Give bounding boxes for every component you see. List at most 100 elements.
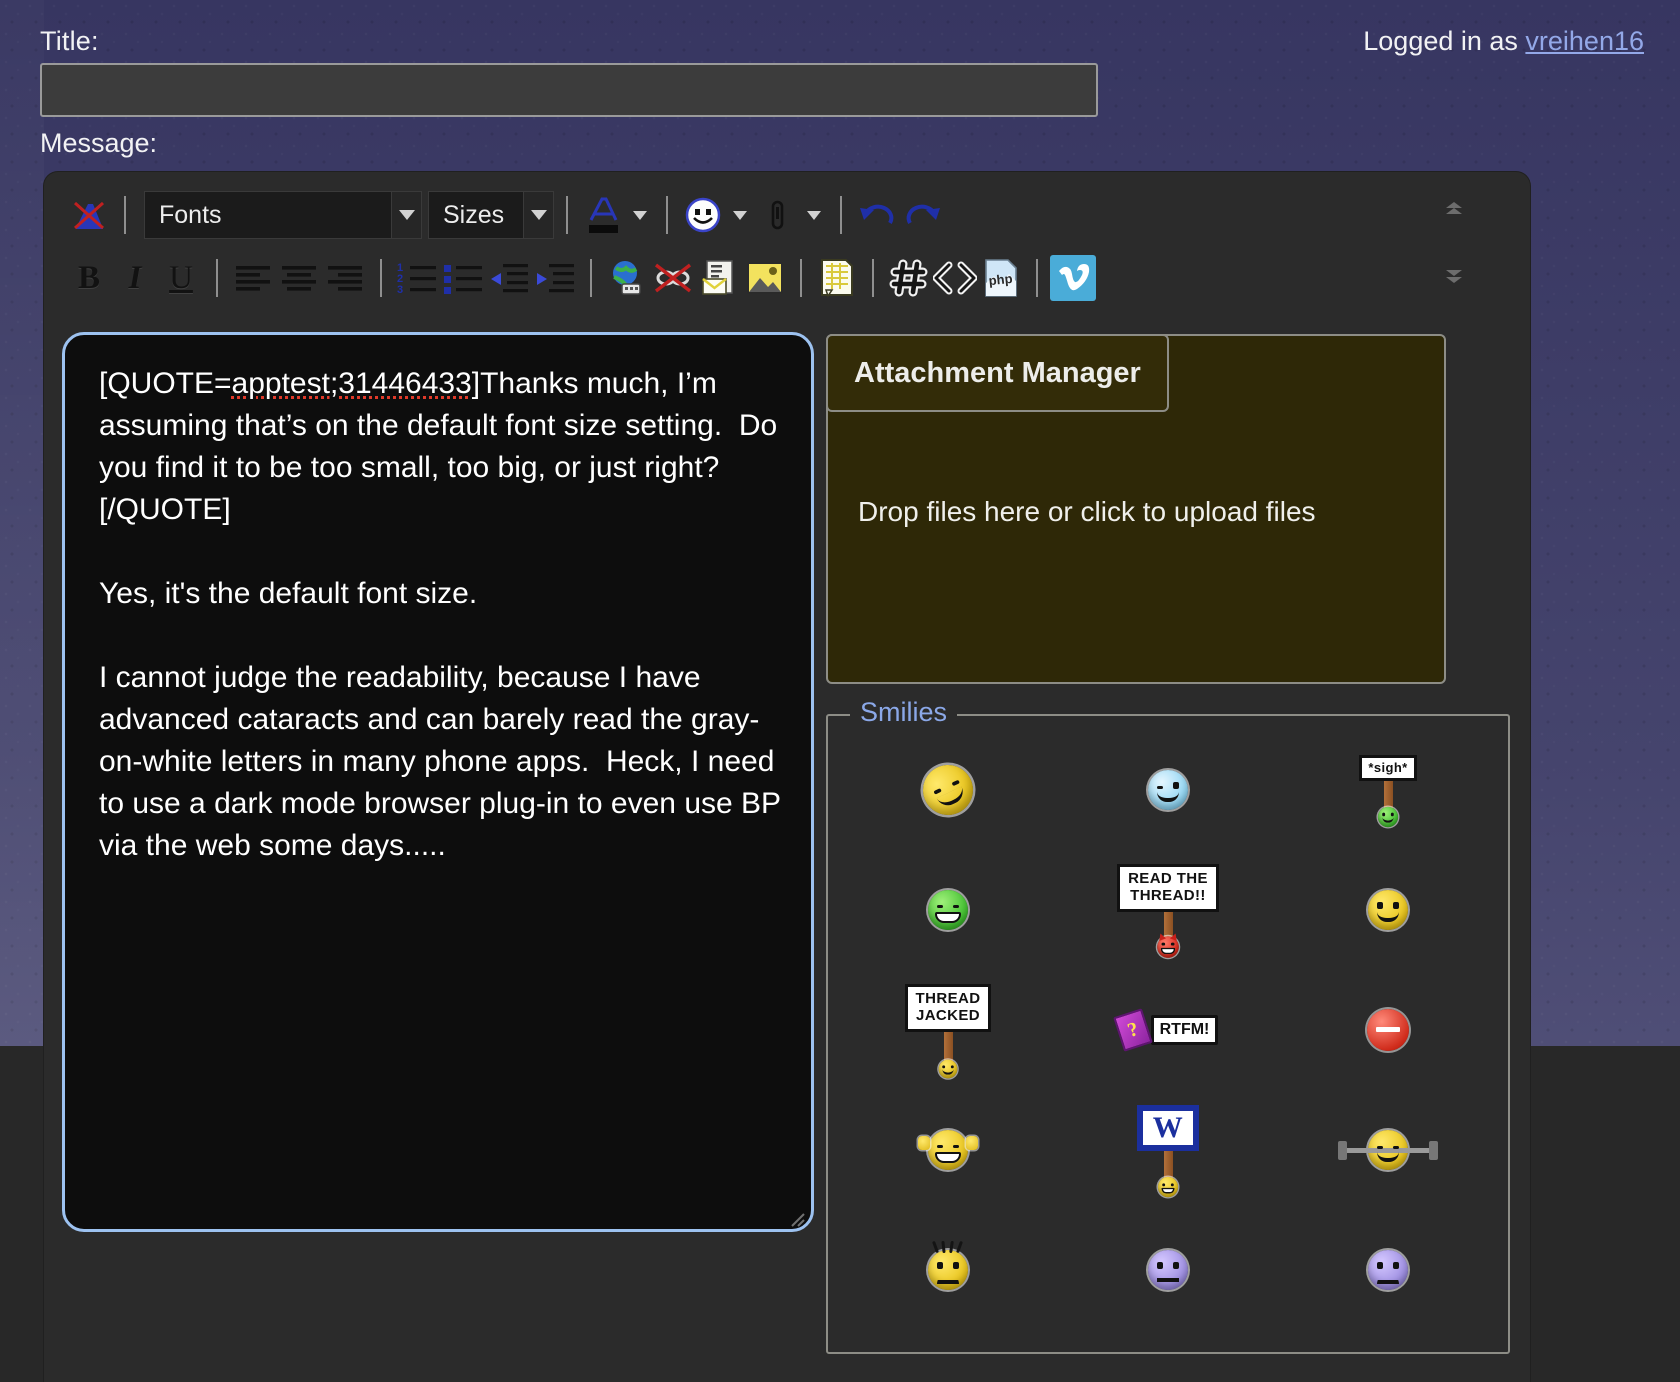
- logged-in-status: Logged in as vreihen16: [1363, 26, 1644, 57]
- green-grin-face-icon: [928, 890, 968, 930]
- toolbar-separator: [800, 259, 802, 297]
- smilie-icon[interactable]: [680, 192, 726, 238]
- smiley-sigh-sign[interactable]: *sigh*: [1328, 735, 1448, 845]
- smiley-thread-jacked-sign[interactable]: THREAD JACKED: [888, 975, 1008, 1085]
- font-size-chevron-down-icon[interactable]: [524, 191, 554, 239]
- ordered-list-icon[interactable]: 123: [394, 255, 440, 301]
- smiley-violet-sad[interactable]: [1328, 1215, 1448, 1325]
- message-textarea[interactable]: [QUOTE=apptest;31446433]Thanks much, I’m…: [62, 332, 814, 1232]
- smiley-yellow-smile[interactable]: [1328, 855, 1448, 965]
- yellow-smile-face-icon: [1368, 890, 1408, 930]
- smiley-angry-hair[interactable]: [888, 1215, 1008, 1325]
- rtfm-text: RTFM!: [1150, 1015, 1219, 1045]
- smiley-stop[interactable]: [1328, 975, 1448, 1085]
- toolbar-separator: [872, 259, 874, 297]
- message-label: Message:: [40, 128, 158, 158]
- smilies-grid: *sigh* READ THE THREAD!! THREAD JACKED ?…: [838, 730, 1498, 1352]
- toolbar-row-2: B I U 123 php: [44, 250, 1530, 306]
- bold-label: B: [77, 259, 100, 296]
- sleeping-face-icon: [914, 756, 982, 824]
- chevron-up-icon[interactable]: [1442, 198, 1466, 220]
- welcome-sign-text: W: [1136, 1105, 1200, 1151]
- smiley-read-the-thread-sign[interactable]: READ THE THREAD!!: [1108, 855, 1228, 965]
- toolbar-separator: [124, 196, 126, 234]
- toolbar-separator: [590, 259, 592, 297]
- font-size-select[interactable]: Sizes: [428, 191, 554, 239]
- italic-button[interactable]: I: [112, 255, 158, 301]
- violet-sad-face-icon: [1368, 1250, 1408, 1290]
- insert-image-icon[interactable]: [742, 255, 788, 301]
- bold-button[interactable]: B: [66, 255, 112, 301]
- insert-code-icon[interactable]: [932, 255, 978, 301]
- left-rail: [0, 0, 44, 1046]
- welcome-sign-icon: W: [1136, 1105, 1200, 1198]
- insert-quote-icon[interactable]: [814, 255, 860, 301]
- smiley-weightlifter[interactable]: [1328, 1095, 1448, 1205]
- smiley-applause[interactable]: [888, 1095, 1008, 1205]
- title-label: Title:: [40, 26, 99, 56]
- insert-email-icon[interactable]: [696, 255, 742, 301]
- svg-text:php: php: [988, 271, 1013, 288]
- attachment-drop-text: Drop files here or click to upload files: [858, 496, 1316, 527]
- font-color-chevron-down-icon[interactable]: [626, 192, 654, 238]
- insert-hash-icon[interactable]: [886, 255, 932, 301]
- editor-body: [QUOTE=apptest;31446433]Thanks much, I’m…: [44, 322, 1530, 1382]
- logged-in-prefix: Logged in as: [1363, 26, 1526, 56]
- violet-neutral-face-icon: [1148, 1250, 1188, 1290]
- toolbar-separator: [380, 259, 382, 297]
- remove-formatting-icon[interactable]: [66, 192, 112, 238]
- username-link[interactable]: vreihen16: [1525, 26, 1644, 56]
- insert-link-icon[interactable]: [604, 255, 650, 301]
- quote-open: [QUOTE=: [99, 367, 232, 400]
- attachment-chevron-down-icon[interactable]: [800, 192, 828, 238]
- smiley-violet-neutral[interactable]: [1108, 1215, 1228, 1325]
- thread-jacked-text: THREAD JACKED: [904, 984, 992, 1032]
- font-family-chevron-down-icon[interactable]: [392, 191, 422, 239]
- font-family-value: Fonts: [144, 191, 392, 239]
- insert-php-icon[interactable]: php: [978, 255, 1024, 301]
- svg-text:3: 3: [397, 284, 403, 296]
- undo-icon[interactable]: [854, 192, 900, 238]
- applause-face-icon: [918, 1130, 978, 1170]
- toolbar-separator: [666, 196, 668, 234]
- quote-reference: apptest;31446433: [231, 367, 472, 400]
- thread-jacked-sign-icon: THREAD JACKED: [904, 984, 992, 1079]
- insert-vimeo-icon[interactable]: [1050, 255, 1096, 301]
- unordered-list-icon[interactable]: [440, 255, 486, 301]
- font-color-icon[interactable]: [580, 192, 626, 238]
- sigh-sign-text: *sigh*: [1359, 754, 1417, 782]
- redo-icon[interactable]: [900, 192, 946, 238]
- outdent-icon[interactable]: [486, 255, 532, 301]
- message-body: Yes, it's the default font size. I canno…: [99, 577, 781, 862]
- align-left-icon[interactable]: [230, 255, 276, 301]
- indent-icon[interactable]: [532, 255, 578, 301]
- stop-face-icon: [1367, 1009, 1409, 1051]
- toolbar-separator: [216, 259, 218, 297]
- page-header: Title: Logged in as vreihen16 Message:: [0, 0, 1680, 158]
- message-editor: Fonts Sizes B I U 1 2 3 php [QUOTE=appte…: [44, 172, 1530, 1382]
- remove-link-icon[interactable]: [650, 255, 696, 301]
- rtfm-icon: ? RTFM!: [1112, 1008, 1219, 1052]
- weightlifter-face-icon: [1338, 1130, 1438, 1170]
- smiley-green-grin[interactable]: [888, 855, 1008, 965]
- smiley-blue-wink[interactable]: [1108, 735, 1228, 845]
- align-right-icon[interactable]: [322, 255, 368, 301]
- underline-button[interactable]: U: [158, 255, 204, 301]
- align-center-icon[interactable]: [276, 255, 322, 301]
- attachment-manager[interactable]: Attachment Manager Drop files here or cl…: [826, 334, 1446, 684]
- font-size-value: Sizes: [428, 191, 524, 239]
- italic-label: I: [128, 259, 142, 296]
- toolbar-separator: [566, 196, 568, 234]
- smiley-sleeping[interactable]: [888, 735, 1008, 845]
- read-the-thread-text: READ THE THREAD!!: [1117, 864, 1219, 912]
- hair-icon: [932, 1240, 964, 1254]
- smiley-welcome-sign[interactable]: W: [1108, 1095, 1228, 1205]
- textarea-resize-handle[interactable]: [786, 1208, 808, 1230]
- sigh-sign-icon: *sigh*: [1359, 754, 1417, 828]
- smilies-panel: Smilies *sigh* READ THE THREAD!! THREAD …: [826, 697, 1510, 1354]
- title-input[interactable]: [40, 63, 1098, 117]
- attachment-icon[interactable]: [754, 192, 800, 238]
- smiley-rtfm[interactable]: ? RTFM!: [1108, 975, 1228, 1085]
- font-family-select[interactable]: Fonts: [144, 191, 422, 239]
- smilie-chevron-down-icon[interactable]: [726, 192, 754, 238]
